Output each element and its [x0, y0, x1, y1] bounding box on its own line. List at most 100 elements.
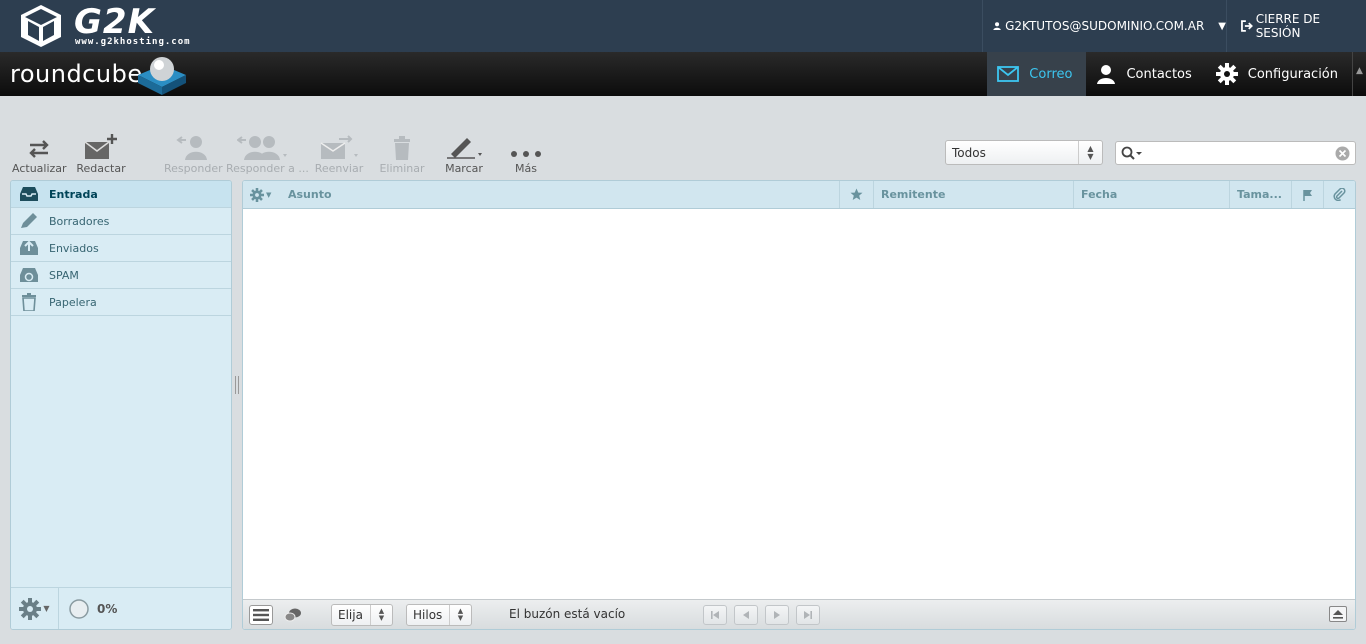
select-arrows-icon: ▲ ▼ — [370, 605, 392, 625]
list-options-button[interactable]: ▼ — [243, 181, 281, 208]
select-messages-label: Elija — [338, 608, 363, 622]
mark-button[interactable]: Marcar — [440, 132, 488, 175]
column-size[interactable]: Tama... — [1229, 181, 1291, 208]
paperclip-icon — [1333, 188, 1346, 201]
folder-inbox[interactable]: Entrada — [11, 181, 231, 208]
threads-view-button[interactable] — [281, 606, 305, 624]
column-subject-label: Asunto — [288, 188, 332, 201]
first-page-button[interactable] — [703, 605, 727, 625]
recycle-icon — [20, 268, 38, 282]
message-filter-value: Todos — [952, 146, 986, 160]
g2k-brand: G2K — [74, 2, 155, 42]
column-flag-star[interactable] — [839, 181, 873, 208]
column-date-label: Fecha — [1081, 188, 1118, 201]
refresh-button[interactable]: Actualizar — [12, 132, 67, 175]
folder-drafts-label: Borradores — [49, 214, 110, 228]
column-flag[interactable] — [1291, 181, 1323, 208]
folder-spam[interactable]: SPAM — [11, 262, 231, 289]
logout-icon — [1241, 20, 1253, 32]
folder-trash[interactable]: Papelera — [11, 289, 231, 316]
user-menu[interactable]: G2KTUTOS@SUDOMINIO.COM.AR ▼ — [982, 0, 1227, 52]
next-page-button[interactable] — [765, 605, 789, 625]
folder-sent[interactable]: Enviados — [11, 235, 231, 262]
task-mail[interactable]: Correo — [987, 52, 1087, 96]
g2k-logo-icon — [21, 5, 61, 47]
next-page-icon — [774, 611, 780, 619]
roundcube-logo-icon — [138, 57, 186, 95]
reply-all-icon — [237, 136, 287, 160]
folder-drafts[interactable]: Borradores — [11, 208, 231, 235]
toggle-preview-button[interactable] — [1329, 606, 1347, 622]
g2k-logo[interactable]: G2K www.g2khosting.com — [18, 3, 208, 49]
panel-splitter[interactable] — [235, 376, 239, 394]
column-subject[interactable]: Asunto — [281, 181, 839, 208]
first-page-icon — [711, 611, 719, 619]
top-bar: G2K www.g2khosting.com G2KTUTOS@SUDOMINI… — [0, 0, 1366, 52]
person-icon — [1097, 65, 1116, 84]
list-icon — [253, 609, 269, 621]
folder-actions-button[interactable]: ▼ — [11, 587, 59, 629]
column-from-label: Remitente — [881, 188, 946, 201]
last-page-button[interactable] — [796, 605, 820, 625]
gear-icon — [250, 187, 264, 202]
more-button[interactable]: Más — [504, 132, 548, 175]
clear-search-icon[interactable] — [1335, 146, 1350, 161]
g2k-brand-url: www.g2khosting.com — [75, 37, 191, 47]
message-toolbar: Actualizar Redactar Responder Responder … — [0, 132, 560, 175]
task-settings[interactable]: Configuración — [1206, 52, 1352, 96]
folder-list: Entrada Borradores Enviados SPAM Papeler… — [10, 180, 232, 630]
pencil-icon — [21, 213, 37, 228]
compose-button[interactable]: Redactar — [76, 132, 126, 175]
threads-icon — [284, 608, 301, 622]
trash-icon — [394, 136, 410, 160]
delete-button[interactable]: Eliminar — [378, 132, 426, 175]
roundcube-logo[interactable]: roundcube — [10, 60, 143, 88]
reply-all-label: Responder a ... — [226, 162, 309, 175]
gear-icon — [1215, 63, 1238, 85]
column-attachment[interactable] — [1323, 181, 1355, 208]
star-icon — [850, 188, 863, 200]
compose-icon — [84, 134, 117, 159]
previous-page-button[interactable] — [734, 605, 758, 625]
reply-all-button[interactable]: Responder a ... — [226, 132, 309, 175]
list-view-button[interactable] — [249, 605, 273, 625]
previous-page-icon — [743, 611, 749, 619]
more-icon — [511, 151, 541, 157]
reply-button[interactable]: Responder — [164, 132, 223, 175]
logout-link[interactable]: CIERRE DE SESIÓN — [1232, 0, 1366, 52]
mark-icon — [447, 138, 482, 159]
threads-dropdown[interactable]: Hilos ▲ ▼ — [406, 604, 472, 626]
taskbar-minimize-button[interactable]: ▲ — [1352, 52, 1366, 96]
quota-pie-icon — [69, 598, 89, 619]
mail-icon — [997, 66, 1020, 82]
inbox-icon — [20, 187, 38, 201]
folder-footer: ▼ 0% — [11, 587, 231, 629]
folder-trash-label: Papelera — [49, 295, 97, 309]
forward-label: Reenviar — [314, 162, 364, 175]
more-label: Más — [515, 162, 537, 175]
search-box — [1115, 141, 1356, 165]
threads-label: Hilos — [413, 608, 443, 622]
user-icon — [993, 22, 1001, 31]
select-messages-dropdown[interactable]: Elija ▲ ▼ — [331, 604, 393, 626]
chevron-up-icon: ▲ — [1356, 66, 1363, 76]
message-list-header: ▼ Asunto Remitente Fecha Tama... — [243, 181, 1355, 209]
search-icon[interactable] — [1121, 146, 1143, 160]
forward-icon — [320, 135, 358, 159]
refresh-icon — [29, 140, 49, 158]
task-contacts[interactable]: Contactos — [1086, 52, 1205, 96]
chevron-down-icon: ▼ — [43, 604, 50, 613]
message-filter-select[interactable]: Todos ▲ ▼ — [945, 140, 1103, 165]
gear-icon — [19, 597, 42, 620]
select-arrows-icon: ▲ ▼ — [1078, 141, 1102, 164]
trash-icon — [22, 293, 36, 311]
message-list: ▼ Asunto Remitente Fecha Tama... Elija ▲… — [242, 180, 1356, 630]
column-from[interactable]: Remitente — [873, 181, 1073, 208]
task-settings-label: Configuración — [1247, 66, 1338, 82]
forward-button[interactable]: Reenviar — [312, 132, 366, 175]
reply-icon — [176, 136, 207, 160]
task-contacts-label: Contactos — [1126, 66, 1192, 82]
message-list-footer: Elija ▲ ▼ Hilos ▲ ▼ El buzón está vacío — [243, 599, 1355, 629]
search-input[interactable] — [1144, 144, 1324, 162]
column-date[interactable]: Fecha — [1073, 181, 1229, 208]
